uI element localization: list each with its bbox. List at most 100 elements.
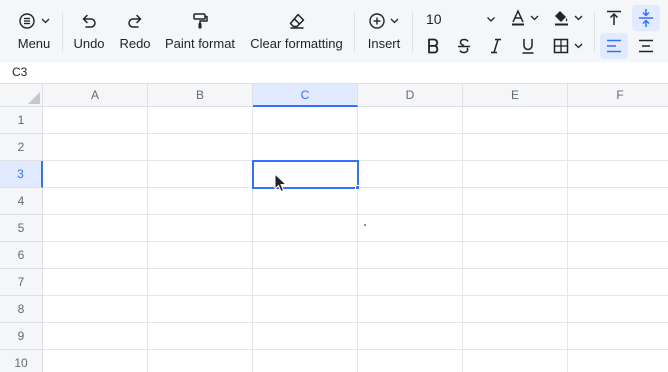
row-header-5[interactable]: 5 xyxy=(0,215,43,242)
row-header-4[interactable]: 4 xyxy=(0,188,43,215)
cell-c1[interactable] xyxy=(253,107,358,134)
cell-e9[interactable] xyxy=(463,323,568,350)
cell-c3[interactable] xyxy=(253,161,358,188)
cell-reference-box[interactable]: C3 xyxy=(12,65,27,79)
cell-a7[interactable] xyxy=(43,269,148,296)
cell-f2[interactable] xyxy=(568,134,668,161)
cell-a5[interactable] xyxy=(43,215,148,242)
cell-d8[interactable] xyxy=(358,296,463,323)
cell-a1[interactable] xyxy=(43,107,148,134)
cell-c8[interactable] xyxy=(253,296,358,323)
cell-a8[interactable] xyxy=(43,296,148,323)
row-header-10[interactable]: 10 xyxy=(0,350,43,372)
font-size-select[interactable]: 10 xyxy=(420,8,502,30)
cell-f6[interactable] xyxy=(568,242,668,269)
cell-b6[interactable] xyxy=(148,242,253,269)
cell-a4[interactable] xyxy=(43,188,148,215)
column-header-c[interactable]: C xyxy=(253,84,358,107)
cell-e3[interactable] xyxy=(463,161,568,188)
fill-color-button[interactable] xyxy=(550,7,586,29)
cell-a6[interactable] xyxy=(43,242,148,269)
cell-f3[interactable] xyxy=(568,161,668,188)
cell-d9[interactable] xyxy=(358,323,463,350)
cell-b10[interactable] xyxy=(148,350,253,372)
select-all-corner[interactable] xyxy=(0,84,43,107)
cell-f8[interactable] xyxy=(568,296,668,323)
cell-e2[interactable] xyxy=(463,134,568,161)
cell-b8[interactable] xyxy=(148,296,253,323)
cell-c5[interactable] xyxy=(253,215,358,242)
cell-d1[interactable] xyxy=(358,107,463,134)
row-header-7[interactable]: 7 xyxy=(0,269,43,296)
cell-e8[interactable] xyxy=(463,296,568,323)
cell-b1[interactable] xyxy=(148,107,253,134)
column-header-e[interactable]: E xyxy=(463,84,568,107)
cell-f9[interactable] xyxy=(568,323,668,350)
cell-d6[interactable] xyxy=(358,242,463,269)
cell-c6[interactable] xyxy=(253,242,358,269)
column-header-d[interactable]: D xyxy=(358,84,463,107)
cell-c4[interactable] xyxy=(253,188,358,215)
cell-d4[interactable] xyxy=(358,188,463,215)
cell-f7[interactable] xyxy=(568,269,668,296)
italic-button[interactable] xyxy=(484,35,508,57)
undo-button[interactable]: Undo xyxy=(73,8,105,56)
cell-e10[interactable] xyxy=(463,350,568,372)
align-middle-button[interactable] xyxy=(632,5,660,31)
cell-d10[interactable] xyxy=(358,350,463,372)
cell-f10[interactable] xyxy=(568,350,668,372)
row-header-2[interactable]: 2 xyxy=(0,134,43,161)
cell-e5[interactable] xyxy=(463,215,568,242)
column-header-b[interactable]: B xyxy=(148,84,253,107)
cell-f1[interactable] xyxy=(568,107,668,134)
menu-button[interactable]: Menu xyxy=(14,8,54,56)
cell-b4[interactable] xyxy=(148,188,253,215)
fill-handle[interactable] xyxy=(355,185,360,190)
column-header-f[interactable]: F xyxy=(568,84,668,107)
cell-d5[interactable] xyxy=(358,215,463,242)
cell-b7[interactable] xyxy=(148,269,253,296)
row-header-3[interactable]: 3 xyxy=(0,161,43,188)
cell-d7[interactable] xyxy=(358,269,463,296)
cell-a10[interactable] xyxy=(43,350,148,372)
paint-format-button[interactable]: Paint format xyxy=(165,8,235,56)
cell-a9[interactable] xyxy=(43,323,148,350)
cell-a2[interactable] xyxy=(43,134,148,161)
row-header-9[interactable]: 9 xyxy=(0,323,43,350)
cell-b9[interactable] xyxy=(148,323,253,350)
underline-button[interactable] xyxy=(516,35,540,57)
cell-a3[interactable] xyxy=(43,161,148,188)
row-header-6[interactable]: 6 xyxy=(0,242,43,269)
cell-c2[interactable] xyxy=(253,134,358,161)
cell-e1[interactable] xyxy=(463,107,568,134)
redo-button[interactable]: Redo xyxy=(119,8,151,56)
cell-f5[interactable] xyxy=(568,215,668,242)
cell-f4[interactable] xyxy=(568,188,668,215)
paint-format-label: Paint format xyxy=(164,36,236,51)
bold-button[interactable] xyxy=(421,35,445,57)
clear-formatting-button[interactable]: Clear formatting xyxy=(250,8,343,56)
cell-e6[interactable] xyxy=(463,242,568,269)
cell-c7[interactable] xyxy=(253,269,358,296)
cell-c10[interactable] xyxy=(253,350,358,372)
align-center-button[interactable] xyxy=(633,35,659,57)
cell-d2[interactable] xyxy=(358,134,463,161)
row-header-8[interactable]: 8 xyxy=(0,296,43,323)
strikethrough-button[interactable] xyxy=(452,35,476,57)
cell-b5[interactable] xyxy=(148,215,253,242)
cell-e4[interactable] xyxy=(463,188,568,215)
cell-c9[interactable] xyxy=(253,323,358,350)
row-header-1[interactable]: 1 xyxy=(0,107,43,134)
font-color-button[interactable] xyxy=(506,7,542,29)
cell-e7[interactable] xyxy=(463,269,568,296)
align-left-button[interactable] xyxy=(600,33,628,59)
insert-button[interactable]: Insert xyxy=(366,8,402,56)
align-top-button[interactable] xyxy=(601,7,627,29)
cell-d3[interactable] xyxy=(358,161,463,188)
borders-button[interactable] xyxy=(550,35,586,57)
bold-icon xyxy=(428,38,439,54)
column-header-a[interactable]: A xyxy=(43,84,148,107)
cell-b3[interactable] xyxy=(148,161,253,188)
spreadsheet-grid[interactable]: A B C D E F 1 2 3 4 5 6 7 8 9 10 xyxy=(0,84,668,372)
cell-b2[interactable] xyxy=(148,134,253,161)
